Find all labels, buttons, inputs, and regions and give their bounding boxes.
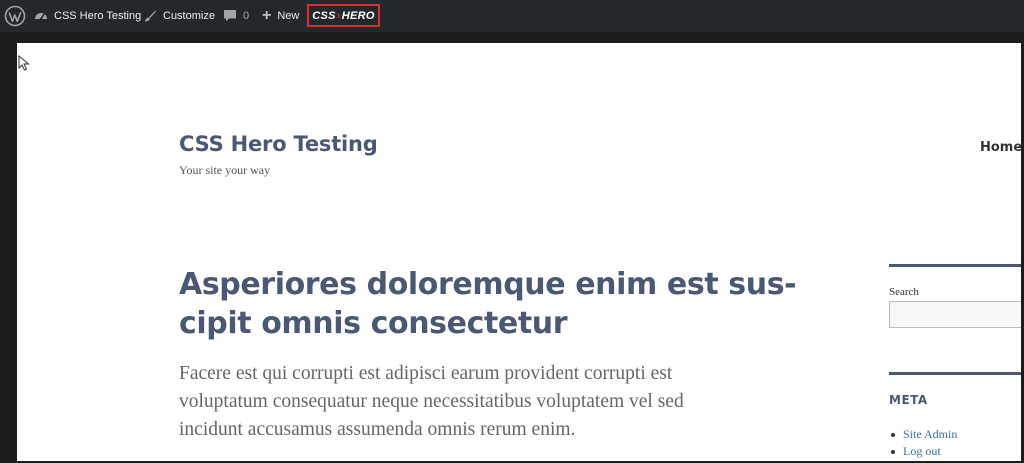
log-out-link[interactable]: Log out — [903, 443, 941, 460]
site-admin-link[interactable]: Site Admin — [903, 426, 957, 443]
css-hero-right: HERO — [341, 9, 375, 22]
css-hero-button[interactable]: CSS › HERO — [307, 4, 380, 27]
frame-left — [0, 0, 17, 463]
brush-icon — [143, 9, 157, 23]
site-name-label: CSS Hero Testing — [54, 10, 142, 22]
meta-widget-title: META — [889, 393, 928, 407]
new-label: New — [277, 10, 300, 22]
list-item: Log out — [889, 443, 957, 460]
site-tagline: Your site your way — [179, 163, 271, 177]
admin-bar-customize[interactable]: Customize — [143, 0, 215, 32]
admin-bar-site-name[interactable]: CSS Hero Testing — [34, 0, 141, 32]
admin-bar-comments[interactable]: 0 — [223, 0, 249, 32]
wordpress-icon[interactable] — [4, 5, 26, 27]
cursor-icon — [18, 54, 30, 71]
page-content: CSS Hero Testing Your site your way Home… — [17, 43, 1021, 461]
dashboard-icon — [34, 9, 48, 23]
admin-bar: CSS Hero Testing Customize 0 + New CSS › H… — [0, 0, 1024, 32]
search-label: Search — [889, 286, 919, 298]
bullet-icon — [891, 449, 895, 454]
list-item: Site Admin — [889, 426, 957, 443]
post-title-line2: cipit omnis consectetur — [179, 306, 568, 341]
comment-icon — [223, 9, 237, 23]
meta-list: Site Admin Log out — [889, 426, 957, 460]
sidebar-divider-search — [889, 264, 1021, 267]
bullet-icon — [891, 432, 895, 437]
css-hero-left: CSS — [312, 9, 336, 22]
excerpt-line2: voluptatum consequatur neque necessitati… — [179, 391, 684, 412]
excerpt-line1: Facere est qui corrupti est adipisci ear… — [179, 363, 673, 384]
site-title[interactable]: CSS Hero Testing — [179, 132, 378, 156]
search-input[interactable] — [889, 301, 1021, 328]
customize-label: Customize — [163, 10, 215, 22]
plus-icon: + — [262, 7, 272, 24]
sidebar-divider-meta — [889, 372, 1021, 375]
post-title[interactable]: Asperiores doloremque enim est sus- cipi… — [179, 265, 819, 343]
admin-bar-new[interactable]: + New — [262, 0, 299, 32]
excerpt-line3: incidunt accusamus assumenda omnis rerum… — [179, 419, 576, 440]
nav-home-link[interactable]: Home — [980, 140, 1021, 155]
post-title-line1: Asperiores doloremque enim est sus- — [179, 267, 797, 302]
comments-count: 0 — [243, 10, 250, 22]
post-excerpt: Facere est qui corrupti est adipisci ear… — [179, 360, 779, 444]
css-hero-arrow: › — [336, 9, 341, 22]
